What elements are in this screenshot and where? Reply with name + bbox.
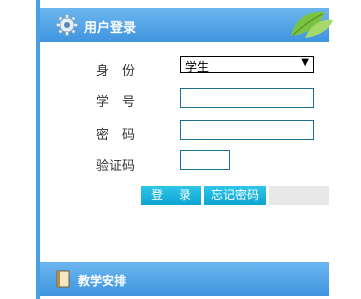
password-input[interactable]: [180, 120, 314, 140]
book-icon: [56, 270, 70, 288]
captcha-label: 验证码: [96, 159, 136, 174]
login-panel-title: 用户登录: [84, 21, 137, 36]
gear-icon: [56, 14, 78, 36]
student-id-label: 学 号: [96, 95, 136, 110]
identity-select-value: 学生: [185, 60, 210, 74]
schedule-panel-title: 教学安排: [78, 274, 127, 288]
chevron-down-icon[interactable]: ▼: [301, 57, 309, 68]
login-panel: 用户登录 身 份 学生 ▼ 学 号 密 码 验证码 登 录 忘记密码 教学安排: [40, 0, 333, 299]
schedule-panel-header: 教学安排: [40, 262, 329, 296]
forgot-password-button[interactable]: 忘记密码: [204, 186, 266, 205]
identity-select[interactable]: 学生 ▼: [180, 56, 314, 74]
identity-label: 身 份: [96, 64, 136, 79]
login-button[interactable]: 登 录: [141, 186, 201, 205]
captcha-image[interactable]: [269, 186, 329, 205]
password-label: 密 码: [96, 128, 136, 143]
login-panel-header: 用户登录: [40, 8, 333, 42]
captcha-input[interactable]: [180, 150, 230, 170]
leaf-icon: [291, 11, 333, 38]
left-strip: [0, 0, 40, 299]
student-id-input[interactable]: [180, 88, 314, 108]
